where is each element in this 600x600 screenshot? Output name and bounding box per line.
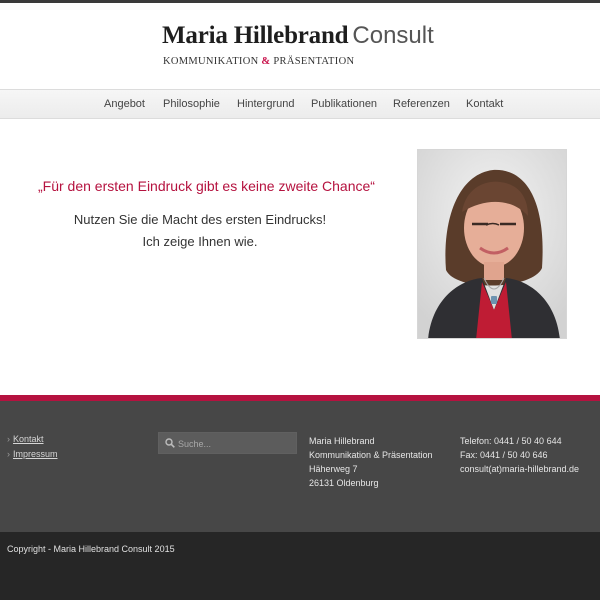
footer-link-kontakt[interactable]: › Kontakt <box>7 434 44 444</box>
hero-quote: „Für den ersten Eindruck gibt es keine z… <box>38 178 375 194</box>
chevron-right-icon: › <box>7 434 10 444</box>
search-input[interactable] <box>178 436 288 452</box>
tagline-ampersand: & <box>261 56 271 67</box>
footer-link-impressum[interactable]: › Impressum <box>7 449 58 459</box>
footer-address: Maria Hillebrand Kommunikation & Präsent… <box>309 434 433 490</box>
nav-item-angebot[interactable]: Angebot <box>104 98 145 110</box>
address-line: Maria Hillebrand <box>309 436 375 446</box>
email-line: consult(at)maria-hillebrand.de <box>460 464 580 474</box>
tagline-part2: PRÄSENTATION <box>273 56 355 67</box>
nav-item-publikationen[interactable]: Publikationen <box>311 98 377 110</box>
nav-item-philosophie[interactable]: Philosophie <box>163 98 220 110</box>
address-line: Kommunikation & Präsentation <box>309 450 433 460</box>
nav-item-kontakt[interactable]: Kontakt <box>466 98 503 110</box>
copyright-text: Copyright - Maria Hillebrand Consult 201… <box>7 544 175 554</box>
main-navigation: Angebot Philosophie Hintergrund Publikat… <box>0 89 600 119</box>
portrait-photo <box>417 149 567 339</box>
top-border <box>0 0 600 3</box>
nav-item-referenzen[interactable]: Referenzen <box>393 98 450 110</box>
nav-item-hintergrund[interactable]: Hintergrund <box>237 98 294 110</box>
hero-line-2: Ich zeige Ihnen wie. <box>142 234 258 249</box>
logo-name: Maria Hillebrand <box>162 22 349 49</box>
tagline-part1: KOMMUNIKATION <box>163 56 259 67</box>
fax-line: Fax: 0441 / 50 40 646 <box>460 450 548 460</box>
phone-line: Telefon: 0441 / 50 40 644 <box>460 436 562 446</box>
logo-consult: Consult <box>352 22 434 49</box>
chevron-right-icon: › <box>7 449 10 459</box>
hero-line-1: Nutzen Sie die Macht des ersten Eindruck… <box>73 212 327 227</box>
footer-link-label: Kontakt <box>13 434 44 444</box>
address-line: 26131 Oldenburg <box>309 478 379 488</box>
search-box <box>158 432 297 454</box>
footer-contact: Telefon: 0441 / 50 40 644 Fax: 0441 / 50… <box>460 434 579 476</box>
footer: ›Kontakt ›Impressum Maria Hillebrand Kom… <box>0 401 600 532</box>
site-logo[interactable]: Maria Hillebrand Consult <box>162 22 434 50</box>
footer-link-label: Impressum <box>13 449 58 459</box>
site-tagline: KOMMUNIKATION & PRÄSENTATION <box>163 56 354 67</box>
copyright-bar: Copyright - Maria Hillebrand Consult 201… <box>0 532 600 600</box>
search-icon[interactable] <box>165 438 175 448</box>
address-line: Häherweg 7 <box>309 464 358 474</box>
